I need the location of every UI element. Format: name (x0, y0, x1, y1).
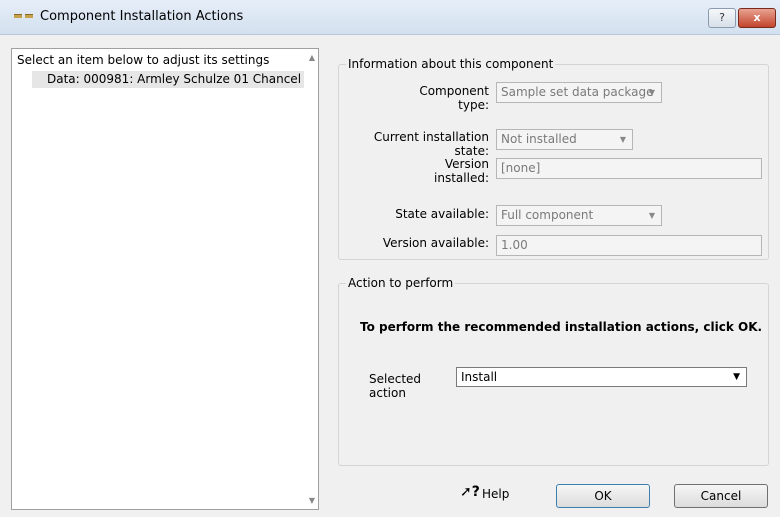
help-title-button[interactable]: ? (708, 8, 736, 28)
list-item[interactable]: Data: 000981: Armley Schulze 01 Chancel (32, 71, 304, 88)
version-installed-field: [none] (496, 158, 762, 179)
state-available-select: Full component ▼ (496, 205, 662, 226)
current-state-select: Not installed ▼ (496, 129, 633, 150)
state-available-label: State available: (395, 207, 489, 221)
chevron-down-icon: ▼ (619, 135, 626, 144)
component-list[interactable]: Select an item below to adjust its setti… (11, 48, 319, 510)
scroll-up-icon[interactable]: ▲ (309, 53, 315, 62)
app-icon (14, 14, 34, 20)
list-header: Select an item below to adjust its setti… (17, 53, 270, 67)
help-pointer-icon[interactable]: ➚? (460, 484, 480, 500)
current-state-value: Not installed (501, 132, 577, 146)
title-bar: Component Installation Actions ? x (0, 0, 780, 35)
chevron-down-icon: ▼ (648, 88, 655, 97)
action-group-title: Action to perform (346, 276, 456, 290)
close-button[interactable]: x (738, 8, 776, 28)
cancel-button[interactable]: Cancel (674, 484, 768, 508)
window-title: Component Installation Actions (40, 9, 244, 24)
chevron-down-icon: ▼ (733, 372, 740, 382)
state-available-value: Full component (501, 208, 594, 222)
help-button[interactable]: Help (482, 487, 509, 501)
version-installed-label: Version installed: (434, 157, 489, 185)
component-type-label: Component type: (419, 84, 489, 112)
chevron-down-icon: ▼ (648, 211, 655, 220)
ok-button[interactable]: OK (556, 484, 650, 508)
selected-action-select[interactable]: Install ▼ (456, 367, 747, 387)
scroll-down-icon[interactable]: ▼ (309, 496, 315, 505)
version-available-label: Version available: (382, 236, 489, 250)
component-type-select: Sample set data package ▼ (496, 82, 662, 103)
version-available-field: 1.00 (496, 235, 762, 256)
instruction-text: To perform the recommended installation … (360, 320, 763, 334)
current-state-label: Current installation state: (373, 130, 489, 158)
selected-action-label: Selected action (369, 372, 422, 400)
info-group-title: Information about this component (346, 57, 556, 71)
selected-action-value: Install (461, 370, 498, 384)
component-type-value: Sample set data package (501, 85, 654, 99)
